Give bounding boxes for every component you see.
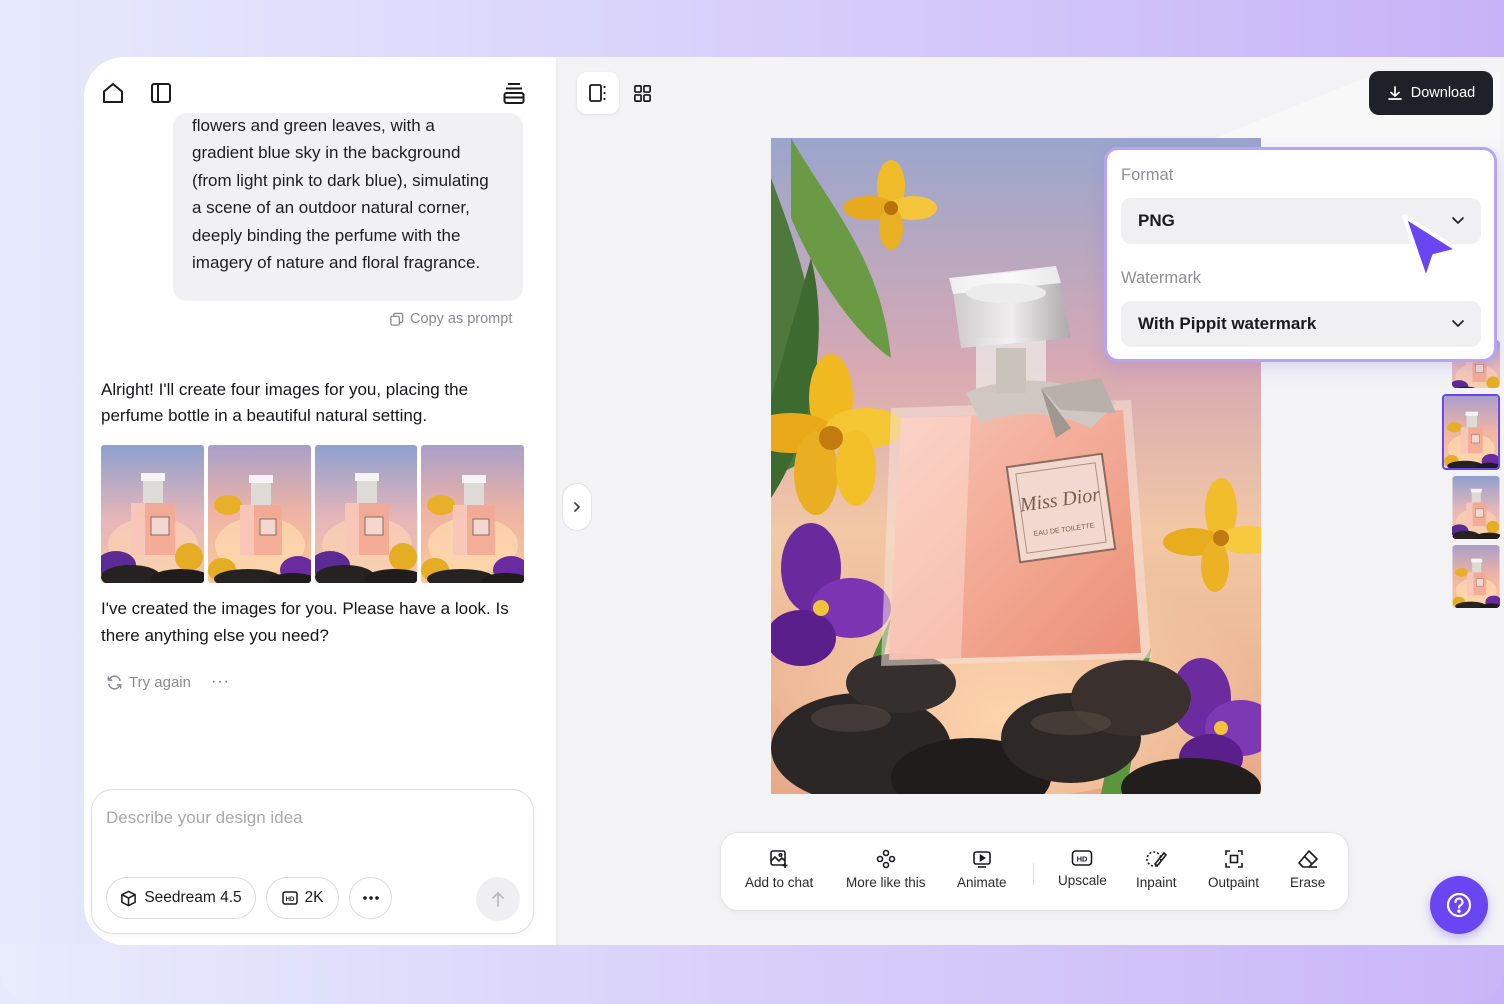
outpaint-icon [1224,850,1243,868]
sidebar-toggle-icon[interactable] [148,80,174,106]
ellipsis-icon [362,896,379,900]
try-again-label: Try again [129,673,191,691]
prompt-line: (from light pink to dark blue), simulati… [192,170,489,190]
download-label: Download [1410,85,1476,101]
toolbar-separator [1033,863,1034,885]
tool-label: Add to chat [745,875,814,890]
question-icon [1446,892,1472,918]
format-label: Format [1121,166,1174,184]
format-value: PNG [1138,211,1175,230]
image-tools-toolbar: Add to chat More like this Animate HD Up… [720,832,1349,911]
generated-image-thumb[interactable] [314,445,418,583]
app-frame: flowers and green leaves, with a gradien… [0,0,1504,1004]
prompt-line: imagery of nature and floral fragrance. [192,253,481,273]
generated-image-thumb[interactable] [207,445,311,583]
hd-icon: HD [1072,850,1093,866]
tool-label: Outpaint [1208,875,1260,890]
download-icon [1387,86,1402,100]
try-again-button[interactable]: Try again [106,674,191,691]
chevron-right-icon [574,502,581,512]
single-view-icon [589,84,606,102]
prompt-line: a scene of an outdoor natural corner, [192,198,470,218]
generated-image-thumb[interactable] [101,445,204,583]
prompt-line: deeply binding the perfume with the [192,225,461,245]
assistant-message-done: I've created the images for you. Please … [101,599,509,645]
tool-label: Upscale [1058,873,1107,888]
pointer-cursor-icon [1402,214,1460,282]
chat-panel: flowers and green leaves, with a gradien… [84,57,558,945]
expand-panel-button[interactable] [562,483,592,531]
user-prompt-bubble: flowers and green leaves, with a gradien… [173,113,523,301]
grid-view-toggle[interactable] [622,72,662,114]
arrow-up-icon [492,891,504,907]
copy-icon [390,312,404,326]
generated-image-thumb[interactable] [421,445,524,583]
grid-view-icon [633,84,651,102]
watermark-value: With Pippit watermark [1138,314,1317,333]
copy-as-prompt-button[interactable]: Copy as prompt [389,311,512,327]
svg-text:HD: HD [1077,855,1088,864]
inpaint-brush-icon [1146,851,1168,868]
prompt-input-placeholder[interactable]: Describe your design idea [106,808,303,828]
more-options-icon[interactable]: ··· [211,673,230,691]
single-view-toggle[interactable] [577,72,619,114]
upscale-tool[interactable]: HD Upscale [1058,849,1107,888]
watermark-label: Watermark [1121,269,1202,287]
add-to-chat-tool[interactable]: Add to chat [745,849,813,890]
more-like-this-icon [876,849,896,869]
generated-images-row [101,445,524,583]
more-settings-button[interactable] [349,877,392,919]
stack-icon[interactable] [500,79,528,107]
side-thumbnail-selected[interactable] [1442,394,1500,470]
tool-label: Animate [957,875,1007,890]
help-button[interactable] [1430,876,1488,934]
side-thumbnail[interactable] [1452,545,1500,608]
prompt-input-box[interactable]: Describe your design idea Seedream 4.5 H… [91,789,534,934]
animate-tool[interactable]: Animate [957,849,1007,890]
animate-icon [972,851,991,868]
refresh-icon [107,674,122,690]
tool-label: Erase [1290,875,1326,890]
chevron-down-icon [1452,320,1464,328]
prompt-line: flowers and green leaves, with a [192,116,435,135]
outpaint-tool[interactable]: Outpaint [1208,849,1259,890]
erase-tool[interactable]: Erase [1290,849,1325,890]
tool-label: More like this [846,875,926,890]
home-icon[interactable] [100,80,126,106]
bottom-gradient-band [0,944,1504,1004]
more-like-this-tool[interactable]: More like this [846,849,926,890]
hd-icon: HD [281,891,298,905]
assistant-message-intro: Alright! I'll create four images for you… [101,380,469,425]
download-button[interactable]: Download [1369,71,1493,115]
watermark-select[interactable]: With Pippit watermark [1121,301,1481,347]
model-chip-label: Seedream 4.5 [144,889,242,906]
svg-text:HD: HD [285,897,294,903]
side-thumbnail[interactable] [1452,476,1500,539]
inpaint-tool[interactable]: Inpaint [1136,849,1177,890]
model-select-chip[interactable]: Seedream 4.5 [106,877,256,919]
message-actions: Try again ··· [106,673,230,691]
cube-icon [121,890,137,906]
resolution-chip[interactable]: HD 2K [266,877,339,919]
prompt-line: gradient blue sky in the background [192,143,461,163]
tool-label: Inpaint [1136,875,1177,890]
copy-as-prompt-label: Copy as prompt [410,311,513,327]
resolution-chip-label: 2K [304,889,324,906]
add-to-chat-icon [770,850,788,868]
eraser-icon [1297,850,1318,868]
user-prompt-text: flowers and green leaves, with a gradien… [192,113,512,276]
send-button[interactable] [476,877,520,921]
